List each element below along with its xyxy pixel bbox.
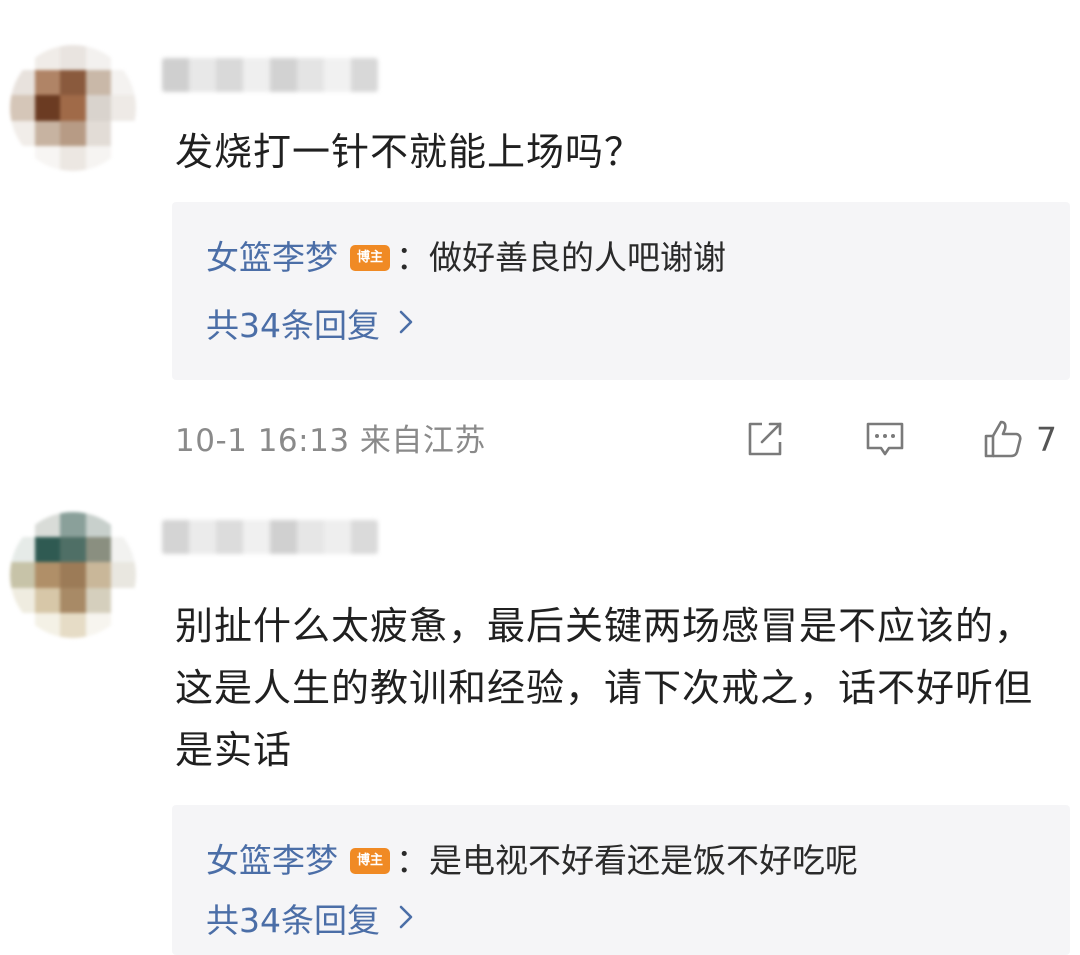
username-blur-block — [216, 520, 243, 554]
avatar-pixel — [35, 45, 61, 71]
username-blur-block — [162, 58, 189, 92]
avatar-pixel — [35, 70, 61, 96]
username-blur-block — [189, 58, 216, 92]
avatar-pixel — [35, 587, 61, 613]
avatar-pixel — [85, 537, 111, 563]
avatar-pixel — [35, 120, 61, 146]
avatar-pixel — [60, 537, 86, 563]
avatar-pixel — [85, 612, 111, 638]
reply-line: 女篮李梦 博主 ：是电视不好看还是饭不好吃呢 — [206, 837, 858, 885]
avatar-pixel — [10, 120, 36, 146]
avatar-pixel — [110, 145, 136, 171]
username-blur-block — [189, 520, 216, 554]
avatar[interactable] — [10, 45, 136, 171]
username-blur-block — [270, 520, 297, 554]
username-blur-block — [162, 520, 189, 554]
username-blur-block — [324, 58, 351, 92]
avatar-pixel — [85, 587, 111, 613]
username-blur-block — [243, 520, 270, 554]
comment-2: 别扯什么太疲惫，最后关键两场感冒是不应该的，这是人生的教训和经验，请下次戒之，话… — [0, 500, 1080, 955]
chevron-right-icon — [398, 302, 414, 350]
username-blur-block — [270, 58, 297, 92]
username-blur-block — [243, 58, 270, 92]
username-blur-block — [324, 520, 351, 554]
reply-count-link[interactable]: 共34条回复 — [206, 897, 414, 945]
avatar-pixel — [85, 70, 111, 96]
avatar-pixel — [110, 587, 136, 613]
avatar-pixel — [110, 95, 136, 121]
avatar-pixel — [10, 587, 36, 613]
avatar-pixel — [10, 95, 36, 121]
username-blurred[interactable] — [162, 58, 378, 92]
host-badge-icon: 博主 — [350, 245, 390, 271]
avatar-pixel — [60, 612, 86, 638]
avatar-pixel — [60, 70, 86, 96]
username-blur-block — [297, 520, 324, 554]
avatar-pixel — [110, 562, 136, 588]
avatar-pixel — [10, 70, 36, 96]
comment-text: 发烧打一针不就能上场吗？ — [175, 130, 644, 174]
avatar-pixel — [110, 512, 136, 538]
comment-1: 发烧打一针不就能上场吗？ 女篮李梦 博主 ：做好善良的人吧谢谢 共34条回复 1… — [0, 0, 1080, 500]
reply-text: ：是电视不好看还是饭不好吃呢 — [396, 841, 858, 880]
avatar-pixel — [85, 145, 111, 171]
chevron-right-icon — [398, 897, 414, 945]
comment-icon — [866, 422, 904, 456]
username-blur-block — [351, 520, 378, 554]
host-badge-icon: 博主 — [350, 848, 390, 874]
avatar-pixel — [110, 537, 136, 563]
username-blur-block — [216, 58, 243, 92]
reply-count-label: 共34条回复 — [206, 306, 380, 345]
avatar-pixel — [60, 120, 86, 146]
reply-count-link[interactable]: 共34条回复 — [206, 302, 414, 350]
reply-preview[interactable]: 女篮李梦 博主 ：做好善良的人吧谢谢 共34条回复 — [172, 202, 1070, 380]
avatar-pixel — [10, 45, 36, 71]
avatar-pixel — [10, 145, 36, 171]
avatar-pixel — [60, 587, 86, 613]
avatar-pixel — [110, 45, 136, 71]
avatar-pixel — [35, 512, 61, 538]
avatar-pixel — [10, 537, 36, 563]
avatar-pixel — [85, 562, 111, 588]
avatar-pixel — [60, 95, 86, 121]
reply-count-label: 共34条回复 — [206, 901, 380, 940]
avatar-pixel — [110, 612, 136, 638]
like-button[interactable]: 7 — [980, 415, 1057, 463]
reply-author[interactable]: 女篮李梦 — [206, 234, 338, 282]
reply-button[interactable] — [862, 415, 908, 463]
comment-meta: 10-1 16:13 来自江苏 — [175, 423, 486, 459]
username-blur-block — [297, 58, 324, 92]
thumbs-up-icon — [984, 420, 1022, 458]
avatar-pixel — [35, 562, 61, 588]
comment-text: 别扯什么太疲惫，最后关键两场感冒是不应该的，这是人生的教训和经验，请下次戒之，话… — [175, 604, 1034, 772]
share-icon — [748, 422, 782, 456]
avatar-pixel — [110, 120, 136, 146]
username-blur-block — [351, 58, 378, 92]
avatar-pixel — [10, 512, 36, 538]
share-button[interactable] — [742, 415, 788, 463]
avatar-pixel — [10, 562, 36, 588]
avatar-pixel — [35, 537, 61, 563]
reply-preview[interactable]: 女篮李梦 博主 ：是电视不好看还是饭不好吃呢 共34条回复 — [172, 805, 1070, 955]
avatar[interactable] — [10, 512, 136, 638]
avatar-pixel — [85, 95, 111, 121]
avatar-pixel — [60, 45, 86, 71]
avatar-pixel — [60, 145, 86, 171]
username-blurred[interactable] — [162, 520, 378, 554]
avatar-pixel — [110, 70, 136, 96]
like-count: 7 — [1036, 419, 1057, 459]
reply-author[interactable]: 女篮李梦 — [206, 837, 338, 885]
avatar-pixel — [10, 612, 36, 638]
reply-text: ：做好善良的人吧谢谢 — [396, 238, 726, 277]
reply-line: 女篮李梦 博主 ：做好善良的人吧谢谢 — [206, 234, 726, 282]
avatar-pixel — [85, 120, 111, 146]
avatar-pixel — [35, 145, 61, 171]
avatar-pixel — [35, 95, 61, 121]
avatar-pixel — [85, 512, 111, 538]
avatar-pixel — [60, 512, 86, 538]
avatar-pixel — [85, 45, 111, 71]
avatar-pixel — [60, 562, 86, 588]
avatar-pixel — [35, 612, 61, 638]
